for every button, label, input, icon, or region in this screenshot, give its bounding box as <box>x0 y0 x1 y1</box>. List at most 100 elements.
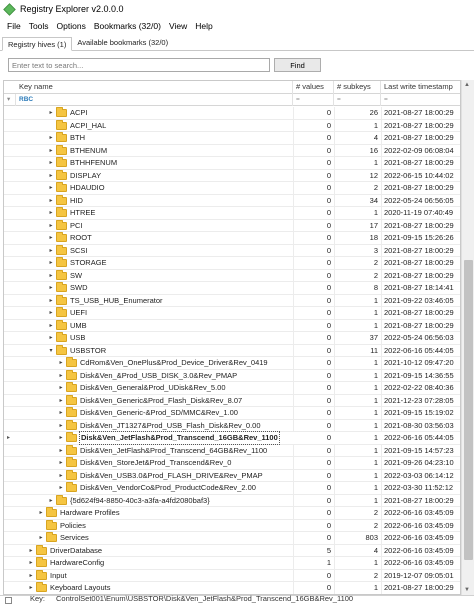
key-name[interactable]: Disk&Ven_&Prod_USB_DISK_3.0&Rev_PMAP <box>80 370 237 382</box>
table-row[interactable]: Policies 0 2 2022-06-16 03:45:09 <box>4 519 460 532</box>
table-row[interactable]: ▸ SCSI 0 3 2021-08-27 18:00:29 <box>4 244 460 257</box>
expand-arrow-icon[interactable]: ▸ <box>48 182 54 194</box>
expand-arrow-icon[interactable]: ▸ <box>48 270 54 282</box>
key-name[interactable]: HTREE <box>70 207 95 219</box>
table-row[interactable]: ▸ SW 0 2 2021-08-27 18:00:29 <box>4 269 460 282</box>
expand-arrow-icon[interactable]: ▸ <box>58 395 64 407</box>
key-name[interactable]: Disk&Ven_StoreJet&Prod_Transcend&Rev_0 <box>80 457 231 469</box>
status-checkbox[interactable] <box>5 597 12 604</box>
column-header-subkeys[interactable]: # subkeys <box>334 81 381 94</box>
expand-arrow-icon[interactable]: ▸ <box>58 420 64 432</box>
key-name[interactable]: BTHENUM <box>70 145 107 157</box>
key-name[interactable]: Disk&Ven_JetFlash&Prod_Transcend_64GB&Re… <box>80 445 267 457</box>
key-name[interactable]: PCI <box>70 220 83 232</box>
key-name[interactable]: UEFI <box>70 307 87 319</box>
expand-arrow-icon[interactable]: ▸ <box>48 157 54 169</box>
key-name[interactable]: DriverDatabase <box>50 545 102 557</box>
key-name[interactable]: Keyboard Layouts <box>50 582 110 594</box>
expand-arrow-icon[interactable]: ▸ <box>48 195 54 207</box>
expand-arrow-icon[interactable]: ▸ <box>58 470 64 482</box>
expand-arrow-icon[interactable]: ▸ <box>48 220 54 232</box>
table-row[interactable]: ▸ ▸ Disk&Ven_JetFlash&Prod_Transcend_16GB&… <box>4 431 460 445</box>
expand-arrow-icon[interactable]: ▸ <box>58 407 64 419</box>
vertical-scrollbar[interactable]: ▲ ▼ <box>461 80 474 595</box>
expand-arrow-icon[interactable]: ▸ <box>48 132 54 144</box>
key-name[interactable]: Disk&Ven_JetFlash&Prod_Transcend_16GB&Re… <box>79 431 280 445</box>
filter-key-name[interactable]: RBC <box>16 94 293 106</box>
table-row[interactable]: ▸ Disk&Ven_StoreJet&Prod_Transcend&Rev_0 0… <box>4 457 460 470</box>
expand-arrow-icon[interactable]: ▸ <box>48 282 54 294</box>
expand-arrow-icon[interactable]: ▸ <box>48 495 54 507</box>
table-row[interactable]: ▸ SWD 0 8 2021-08-27 18:14:41 <box>4 282 460 295</box>
expand-arrow-icon[interactable]: ▸ <box>38 532 44 544</box>
scroll-up-arrow-icon[interactable]: ▲ <box>464 82 470 88</box>
table-row[interactable]: ▸ CdRom&Ven_OnePlus&Prod_Device_Driver&Re… <box>4 357 460 370</box>
tab-available-bookmarks[interactable]: Available bookmarks (32/0) <box>72 36 173 50</box>
expand-arrow-icon[interactable]: ▸ <box>58 482 64 494</box>
find-button[interactable]: Find <box>274 58 321 72</box>
table-row[interactable]: ▸ HID 0 34 2022-05-24 06:56:05 <box>4 194 460 207</box>
filter-subkeys[interactable]: = <box>334 94 381 106</box>
table-row[interactable]: ▸ HTREE 0 1 2020-11-19 07:40:49 <box>4 207 460 220</box>
table-row[interactable]: ▸ Disk&Ven_&Prod_USB_DISK_3.0&Rev_PMAP 0 1 2… <box>4 369 460 382</box>
key-name[interactable]: TS_USB_HUB_Enumerator <box>70 295 163 307</box>
table-row[interactable]: ▸ Hardware Profiles 0 2 2022-06-16 03:45:09 <box>4 507 460 520</box>
table-row[interactable]: ▸ ACPI 0 26 2021-08-27 18:00:29 <box>4 107 460 120</box>
table-row[interactable]: ▸ BTHHFENUM 0 1 2021-08-27 18:00:29 <box>4 157 460 170</box>
expand-arrow-icon[interactable]: ▸ <box>28 570 34 582</box>
expand-arrow-icon[interactable]: ▸ <box>48 207 54 219</box>
scroll-down-arrow-icon[interactable]: ▼ <box>464 587 470 593</box>
table-row[interactable]: ▸ Disk&Ven_General&Prod_UDisk&Rev_5.00 0 1 2… <box>4 382 460 395</box>
table-row[interactable]: ▸ PCI 0 17 2021-08-27 18:00:29 <box>4 219 460 232</box>
expand-arrow-icon[interactable]: ▸ <box>58 382 64 394</box>
expand-arrow-icon[interactable]: ▸ <box>48 295 54 307</box>
table-row[interactable]: ▸ UMB 0 1 2021-08-27 18:00:29 <box>4 319 460 332</box>
table-row[interactable]: ▸ HDAUDIO 0 2 2021-08-27 18:00:29 <box>4 182 460 195</box>
key-name[interactable]: HID <box>70 195 83 207</box>
key-name[interactable]: SCSI <box>70 245 88 257</box>
table-row[interactable]: ▸ USB 0 37 2022-05-24 06:56:03 <box>4 332 460 345</box>
key-name[interactable]: Policies <box>60 520 86 532</box>
key-name[interactable]: Disk&Ven_VendorCo&Prod_ProductCode&Rev_2… <box>80 482 256 494</box>
expand-arrow-icon[interactable]: ▸ <box>58 370 64 382</box>
key-name[interactable]: BTH <box>70 132 85 144</box>
key-name[interactable]: CdRom&Ven_OnePlus&Prod_Device_Driver&Rev… <box>80 357 268 369</box>
table-row[interactable]: ▸ Keyboard Layouts 0 1 2021-08-27 18:00:29 <box>4 582 460 594</box>
menu-tools[interactable]: Tools <box>25 21 53 31</box>
expand-arrow-icon[interactable]: ▸ <box>48 170 54 182</box>
key-name[interactable]: Input <box>50 570 67 582</box>
expand-arrow-icon[interactable]: ▸ <box>48 332 54 344</box>
key-name[interactable]: Hardware Profiles <box>60 507 120 519</box>
key-name[interactable]: STORAGE <box>70 257 107 269</box>
menu-bookmarks[interactable]: Bookmarks (32/0) <box>90 21 165 31</box>
table-row[interactable]: ▸ Disk&Ven_Generic&Prod_Flash_Disk&Rev_8.… <box>4 394 460 407</box>
key-name[interactable]: UMB <box>70 320 87 332</box>
expand-arrow-icon[interactable]: ▸ <box>58 457 64 469</box>
menu-view[interactable]: View <box>165 21 191 31</box>
key-name[interactable]: Disk&Ven_JT1327&Prod_USB_Flash_Disk&Rev_… <box>80 420 261 432</box>
key-name[interactable]: USBSTOR <box>70 345 106 357</box>
key-name[interactable]: ROOT <box>70 232 92 244</box>
expand-arrow-icon[interactable]: ▸ <box>48 307 54 319</box>
key-name[interactable]: SWD <box>70 282 88 294</box>
expand-arrow-icon[interactable]: ▸ <box>48 107 54 119</box>
key-name[interactable]: ACPI <box>70 107 88 119</box>
key-name[interactable]: BTHHFENUM <box>70 157 117 169</box>
key-name[interactable]: SW <box>70 270 82 282</box>
menu-file[interactable]: File <box>3 21 25 31</box>
table-row[interactable]: ▸ STORAGE 0 2 2021-08-27 18:00:29 <box>4 257 460 270</box>
table-row[interactable]: ▸ DriverDatabase 5 4 2022-06-16 03:45:09 <box>4 544 460 557</box>
scrollbar-thumb[interactable] <box>464 260 473 560</box>
expand-arrow-icon[interactable]: ▸ <box>48 320 54 332</box>
expand-arrow-icon[interactable]: ▸ <box>48 145 54 157</box>
table-row[interactable]: ▸ DISPLAY 0 12 2022-06-15 10:44:02 <box>4 169 460 182</box>
table-row[interactable]: ▸ ROOT 0 18 2021-09-15 15:26:26 <box>4 232 460 245</box>
column-header-values[interactable]: # values <box>293 81 334 94</box>
filter-values[interactable]: = <box>293 94 334 106</box>
key-name[interactable]: Disk&Ven_Generic&Prod_Flash_Disk&Rev_8.0… <box>80 395 242 407</box>
table-row[interactable]: ▸ HardwareConfig 1 1 2022-06-16 03:45:09 <box>4 557 460 570</box>
expand-arrow-icon[interactable]: ▸ <box>48 257 54 269</box>
expand-arrow-icon[interactable]: ▸ <box>28 582 34 594</box>
table-row[interactable]: ▸ Disk&Ven_JetFlash&Prod_Transcend_64GB&R… <box>4 444 460 457</box>
table-row[interactable]: ▸ Disk&Ven_VendorCo&Prod_ProductCode&Rev_… <box>4 482 460 495</box>
